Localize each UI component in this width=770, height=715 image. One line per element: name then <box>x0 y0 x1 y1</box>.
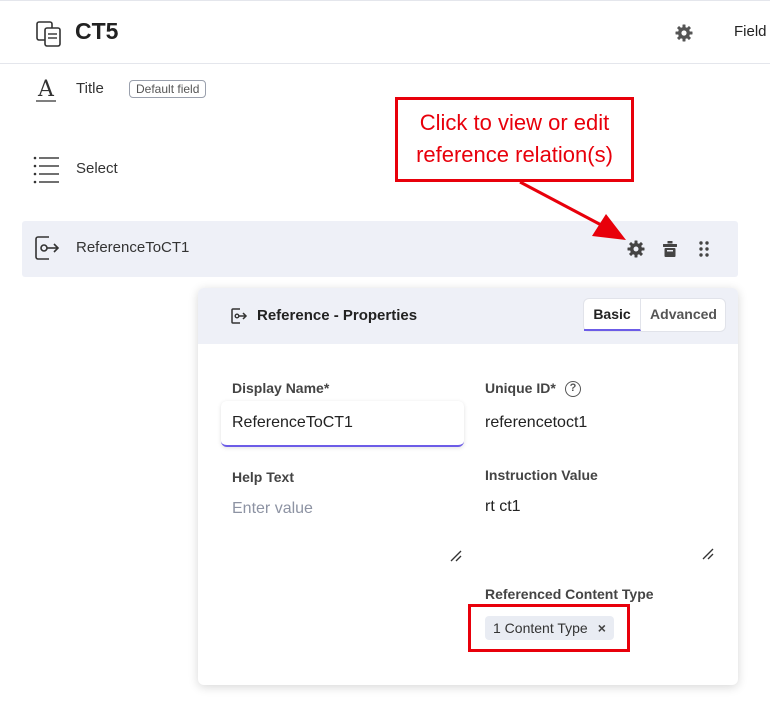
field-row-reference[interactable]: ReferenceToCT1 <box>22 221 738 277</box>
tab-basic[interactable]: Basic <box>584 299 641 331</box>
instruction-value-label: Instruction Value <box>485 467 598 483</box>
default-field-badge: Default field <box>129 80 207 98</box>
display-name-value[interactable]: ReferenceToCT1 <box>232 414 353 432</box>
resize-handle-icon[interactable] <box>702 548 714 560</box>
annotation-line: reference relation(s) <box>416 142 613 167</box>
field-settings-gear-icon[interactable] <box>626 239 646 259</box>
top-bar: CT5 Field <box>0 0 770 64</box>
tab-advanced[interactable]: Advanced <box>641 299 726 331</box>
annotation-line: Click to view or edit <box>419 110 610 135</box>
page-title: CT5 <box>75 18 119 44</box>
settings-gear-icon[interactable] <box>674 23 694 43</box>
resize-handle-icon[interactable] <box>450 550 462 562</box>
instruction-value-textarea[interactable]: rt ct1 <box>485 498 521 516</box>
referenced-content-type-label: Referenced Content Type <box>485 586 654 602</box>
drag-handle-icon[interactable] <box>694 239 714 259</box>
content-type-chip[interactable]: 1 Content Type × <box>485 616 614 640</box>
svg-text:A: A <box>37 77 55 102</box>
reference-icon <box>231 308 248 324</box>
field-label: ReferenceToCT1 <box>76 239 190 256</box>
chip-label: 1 Content Type <box>493 620 588 636</box>
properties-tabs: Basic Advanced <box>583 298 726 332</box>
field-label: Title <box>76 80 104 97</box>
content-type-icon <box>36 21 61 47</box>
fields-tab[interactable]: Field <box>734 23 767 40</box>
list-icon <box>33 156 59 184</box>
help-question-icon[interactable]: ? <box>565 381 581 397</box>
annotation-callout: Click to view or edit reference relation… <box>395 97 634 182</box>
field-label: Select <box>76 160 118 177</box>
unique-id-input[interactable]: referencetoct1 <box>485 414 587 432</box>
display-name-label: Display Name* <box>232 380 330 396</box>
remove-chip-icon[interactable]: × <box>598 616 606 640</box>
help-text-label: Help Text <box>232 469 294 485</box>
reference-properties-panel: Reference - Properties Basic Advanced Di… <box>198 288 738 685</box>
panel-header: Reference - Properties Basic Advanced <box>198 288 738 344</box>
reference-icon <box>35 236 60 260</box>
text-a-icon: A <box>36 77 56 102</box>
unique-id-label: Unique ID* <box>485 380 556 396</box>
delete-field-icon[interactable] <box>660 239 680 259</box>
panel-title: Reference - Properties <box>257 307 418 324</box>
help-text-textarea[interactable]: Enter value <box>232 500 313 518</box>
